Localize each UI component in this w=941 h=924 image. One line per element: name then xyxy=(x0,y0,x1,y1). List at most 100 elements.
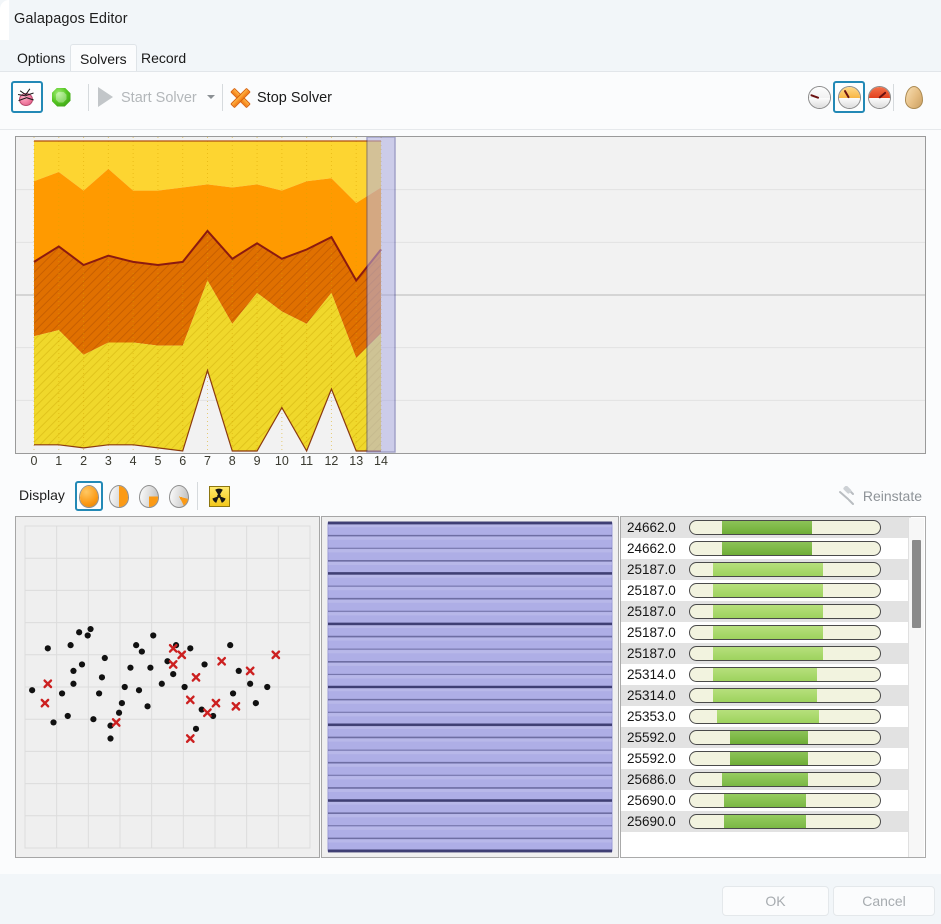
cancel-button[interactable]: Cancel xyxy=(833,886,935,916)
gauge-slow-button[interactable] xyxy=(803,81,835,113)
fitness-row[interactable]: 25187.0 xyxy=(621,643,911,664)
fitness-value: 24662.0 xyxy=(627,541,676,556)
fitness-row[interactable]: 24662.0 xyxy=(621,517,911,538)
stop-solver-label[interactable]: Stop Solver xyxy=(257,90,332,106)
x-tick-7: 7 xyxy=(204,454,211,468)
genome-panel[interactable] xyxy=(321,516,619,858)
fitness-bar xyxy=(689,751,881,766)
reinstate-button[interactable]: Reinstate xyxy=(837,485,922,505)
green-gem-icon xyxy=(51,87,72,108)
x-tick-11: 11 xyxy=(300,454,314,468)
fitness-row[interactable]: 25187.0 xyxy=(621,601,911,622)
fitness-value: 25690.0 xyxy=(627,814,676,829)
fitness-value: 25686.0 xyxy=(627,772,676,787)
fitness-value: 25187.0 xyxy=(627,604,676,619)
fitness-row[interactable]: 25314.0 xyxy=(621,664,911,685)
fitness-bar xyxy=(689,541,881,556)
egg-icon xyxy=(905,85,923,109)
scrollbar-thumb[interactable] xyxy=(912,540,921,628)
fitness-value: 25592.0 xyxy=(627,751,676,766)
start-solver-dropdown[interactable] xyxy=(207,95,215,99)
egg-button[interactable] xyxy=(898,81,930,113)
tab-options[interactable]: Options xyxy=(8,44,74,72)
x-tick-4: 4 xyxy=(129,454,137,468)
title-bar: Galapagos Editor xyxy=(0,0,941,40)
gem-button[interactable] xyxy=(45,81,77,113)
gauge-medium-button[interactable] xyxy=(833,81,865,113)
population-scatter-panel[interactable] xyxy=(15,516,320,858)
gauge-fast-button[interactable] xyxy=(863,81,895,113)
x-tick-9: 9 xyxy=(253,454,261,468)
fitness-row[interactable]: 25314.0 xyxy=(621,685,911,706)
tick-bug-button[interactable] xyxy=(11,81,43,113)
fitness-bar-fill xyxy=(722,521,812,534)
fitness-value: 25187.0 xyxy=(627,646,676,661)
fitness-list-panel[interactable]: 24662.0 24662.0 25187.0 25187.0 25187.0 25187… xyxy=(620,516,926,858)
fitness-row[interactable]: 25690.0 xyxy=(621,811,911,832)
fitness-row[interactable]: 25592.0 xyxy=(621,727,911,748)
radiation-icon xyxy=(208,485,230,507)
radiation-button[interactable] xyxy=(205,481,233,511)
fitness-bar xyxy=(689,667,881,682)
x-tick-3: 3 xyxy=(104,454,112,468)
fitness-row[interactable]: 25187.0 xyxy=(621,559,911,580)
fitness-half-icon xyxy=(109,484,129,508)
fitness-full-icon xyxy=(79,484,99,508)
fitness-row[interactable]: 25686.0 xyxy=(621,769,911,790)
display-mode-3-button[interactable] xyxy=(165,481,193,511)
fitness-bar xyxy=(689,814,881,829)
window-title: Galapagos Editor xyxy=(14,11,128,27)
fitness-bar-fill xyxy=(722,773,808,786)
fitness-bar-fill xyxy=(712,668,818,681)
display-label: Display xyxy=(19,487,65,503)
fitness-bar xyxy=(689,604,881,619)
fitness-value: 25690.0 xyxy=(627,793,676,808)
x-tick-1: 1 xyxy=(55,454,63,468)
ok-button[interactable]: OK xyxy=(722,886,829,916)
fitness-bar-fill xyxy=(724,815,806,828)
fitness-row[interactable]: 25353.0 xyxy=(621,706,911,727)
syringe-icon xyxy=(837,485,856,505)
fitness-quarter-icon xyxy=(139,484,159,508)
fitness-value: 25353.0 xyxy=(627,709,676,724)
fitness-bar xyxy=(689,730,881,745)
fitness-row[interactable]: 25187.0 xyxy=(621,580,911,601)
chart-x-axis: 0 1 2 3 4 5 6 7 8 9 10 11 12 13 14 xyxy=(15,454,926,474)
fitness-bar-fill xyxy=(712,584,823,597)
fitness-bar-fill xyxy=(724,794,806,807)
gauge-fast-icon xyxy=(867,85,891,109)
x-tick-8: 8 xyxy=(228,454,236,468)
fitness-value: 25314.0 xyxy=(627,667,676,682)
evolution-chart[interactable] xyxy=(15,136,926,454)
display-mode-2-button[interactable] xyxy=(135,481,163,511)
orange-x-icon xyxy=(230,87,251,109)
solver-toolbar: Start Solver Stop Solver xyxy=(0,72,941,130)
display-mode-0-button[interactable] xyxy=(75,481,103,511)
display-mode-1-button[interactable] xyxy=(105,481,133,511)
fitness-value: 24662.0 xyxy=(627,520,676,535)
display-toolbar: Display Reinstate xyxy=(15,478,926,514)
fitness-value: 25187.0 xyxy=(627,562,676,577)
fitness-bar xyxy=(689,688,881,703)
fitness-value: 25187.0 xyxy=(627,583,676,598)
fitness-row[interactable]: 25187.0 xyxy=(621,622,911,643)
fitness-bar-fill xyxy=(712,563,823,576)
fitness-bar xyxy=(689,709,881,724)
solvers-panel: Start Solver Stop Solver 0 1 2 3 4 5 6 7… xyxy=(0,71,941,875)
fitness-row[interactable]: 25690.0 xyxy=(621,790,911,811)
galapagos-editor-window: Galapagos Editor Options Solvers Record xyxy=(0,0,941,924)
tab-record[interactable]: Record xyxy=(132,44,195,72)
fitness-row[interactable]: 25592.0 xyxy=(621,748,911,769)
fitness-bar xyxy=(689,646,881,661)
fitness-value: 25187.0 xyxy=(627,625,676,640)
fitness-bar xyxy=(689,583,881,598)
fitness-bar xyxy=(689,793,881,808)
reinstate-label: Reinstate xyxy=(862,487,922,504)
fitness-list-scrollbar[interactable] xyxy=(908,518,924,857)
fitness-bar-fill xyxy=(722,542,812,555)
start-solver-label[interactable]: Start Solver xyxy=(121,90,197,106)
fitness-row[interactable]: 24662.0 xyxy=(621,538,911,559)
tab-solvers[interactable]: Solvers xyxy=(70,44,137,74)
display-separator xyxy=(197,482,198,510)
fitness-bar-fill xyxy=(712,605,823,618)
